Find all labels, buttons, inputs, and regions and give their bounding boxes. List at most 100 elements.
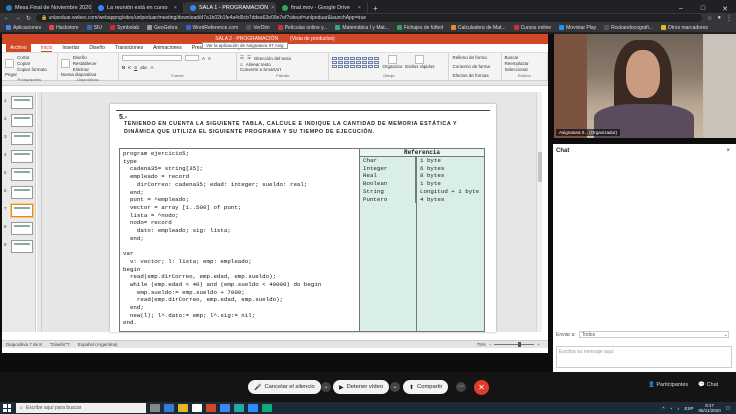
scroll-thumb[interactable] [538,152,542,182]
layout-button[interactable]: Diseño [73,55,97,60]
volume-icon[interactable]: ♪ [677,406,679,411]
app-icon[interactable] [262,404,272,412]
current-slide[interactable]: 5.- TENIENDO EN CUENTA LA SIGUIENTE TABL… [110,104,496,332]
url-field[interactable]: 🔒 unlpeduar.webex.com/webappng/sites/unl… [36,14,702,22]
share-banner[interactable]: Ver la aplicación de Asignatura 07 Asig [202,42,288,49]
browser-tab-1[interactable]: La reunión está en curso × [92,2,184,13]
taskbar-search[interactable]: ⌕ Escribe aquí para buscar [16,403,146,413]
chat-message-input[interactable]: Escriba su mensaje aquí [556,346,732,368]
more-options-icon[interactable]: ⋯ [456,382,466,392]
task-view-icon[interactable] [150,404,160,412]
browser-tab-0[interactable]: Mesa Final de Noviembre 2020× [0,2,92,13]
slide-thumbnail[interactable] [11,240,33,253]
quick-styles-button[interactable]: Estilos rápidos [405,64,434,69]
bookmark-item[interactable]: Calculadora de Mat... [451,25,506,31]
close-chat-icon[interactable]: × [726,148,730,154]
align-text-button[interactable]: Alinear texto [246,62,271,67]
end-meeting-button[interactable]: ✕ [474,380,489,395]
slide-thumbnail[interactable] [11,150,33,163]
bookmark-item[interactable]: WordReference.com [185,25,238,31]
reset-button[interactable]: Restablecer [73,61,97,66]
zoom-slider[interactable] [494,342,535,347]
bookmark-item[interactable]: Aplicaciones [6,25,41,31]
bookmark-item[interactable]: Otros marcadores [660,25,708,31]
file-explorer-icon[interactable] [178,404,188,412]
shape-outline-button[interactable]: Contorno de forma [452,64,497,69]
audio-options-icon[interactable]: ⌄ [321,382,331,392]
browser-tab-3[interactable]: final.mov - Google Drive × [276,2,368,13]
numbering-icon[interactable]: ☰ [247,55,251,61]
copy-button[interactable]: Copiar [17,61,47,66]
font-size-select[interactable] [184,55,199,61]
shapes-gallery[interactable] [332,56,380,68]
maximize-icon[interactable]: □ [692,5,714,13]
shrink-font-icon[interactable]: A [208,56,211,61]
store-icon[interactable] [192,404,202,412]
bookmark-item[interactable]: Cursos online [513,25,551,31]
reload-icon[interactable]: ↻ [26,15,31,22]
participants-button[interactable]: 👤 Participantes [648,382,688,388]
bullets-icon[interactable]: ☰ [240,55,244,61]
shape-effects-button[interactable]: Efectos de formas [452,73,497,78]
language-indicator[interactable]: ESP [685,406,694,411]
bookmark-item[interactable]: GeoGebra [147,25,178,31]
vertical-scrollbar[interactable] [536,92,542,332]
bookmark-item[interactable]: Hackstore [49,25,79,31]
replace-button[interactable]: Reemplazar [505,61,545,66]
close-tab-icon[interactable]: × [358,5,361,11]
browser-tab-2[interactable]: SALA 1 - PROGRAMACIÓN × [184,2,276,13]
windows-start-icon[interactable] [2,403,12,413]
minimize-icon[interactable]: – [670,5,692,13]
italic-icon[interactable]: K [128,65,131,70]
new-slide-icon[interactable] [60,59,70,68]
tab-diseno[interactable]: Diseño [89,45,105,51]
strike-icon[interactable]: abc [140,65,147,70]
smartart-button[interactable]: Convertir a SmartArt [240,67,281,72]
clock[interactable]: 9:17 05/11/2020 [699,403,721,413]
edge-icon[interactable] [164,404,174,412]
webex-icon[interactable] [248,404,258,412]
text-direction-button[interactable]: Dirección del texto [254,56,291,61]
unmute-button[interactable]: 🎤 Cancelar el silencio [248,380,321,394]
back-icon[interactable]: ← [4,15,10,21]
new-tab-button[interactable]: + [368,4,383,13]
slide-thumbnail[interactable] [11,132,33,145]
tray-arrow-icon[interactable]: ^ [662,406,664,411]
tab-inicio[interactable]: Inicio [40,45,53,52]
share-button[interactable]: ⬆ Compartir [403,380,449,394]
cut-button[interactable]: Cortar [17,55,47,60]
arrange-button[interactable]: Organizar [382,64,402,69]
close-tab-icon[interactable]: × [174,5,177,11]
bookmark-item[interactable]: Fichajes de fútbol [396,25,443,31]
close-tab-icon[interactable]: × [271,5,274,11]
bookmark-item[interactable]: SIU [86,25,102,31]
forward-icon[interactable]: → [15,15,21,21]
network-icon[interactable]: ◔ [670,406,673,411]
slide-thumbnail[interactable] [11,114,33,127]
find-button[interactable]: Buscar [505,55,545,60]
chrome-icon[interactable] [220,404,230,412]
slide-thumbnail[interactable] [11,186,33,199]
notifications-icon[interactable]: ▢ [726,405,730,411]
quick-styles-icon[interactable] [415,55,425,64]
zoom-out-icon[interactable]: − [489,342,492,347]
video-options-icon[interactable]: ⌄ [390,382,400,392]
bookmark-item[interactable]: Movistar Play [559,25,596,31]
slide-thumbnail[interactable] [11,168,33,181]
chat-button[interactable]: 💬 Chat [698,382,718,388]
font-color-icon[interactable]: A [150,65,153,70]
paste-icon[interactable] [5,59,14,68]
underline-icon[interactable]: S [134,65,137,70]
align-icon[interactable]: ≡ [240,62,243,67]
zoom-in-icon[interactable]: + [537,342,540,347]
select-button[interactable]: Seleccionar [505,67,545,72]
menu-icon[interactable]: ⋮ [726,15,732,22]
shape-fill-button[interactable]: Relleno de forma [452,55,497,60]
slide-thumbnail[interactable] [11,96,33,109]
slide-thumbnail[interactable] [11,204,33,217]
tab-transiciones[interactable]: Transiciones [115,45,143,51]
tab-archivo[interactable]: Archivo [6,44,31,52]
slide-thumbnail[interactable] [11,222,33,235]
bold-icon[interactable]: N [122,65,125,70]
bookmark-item[interactable]: Rockandocografi... [604,25,653,31]
